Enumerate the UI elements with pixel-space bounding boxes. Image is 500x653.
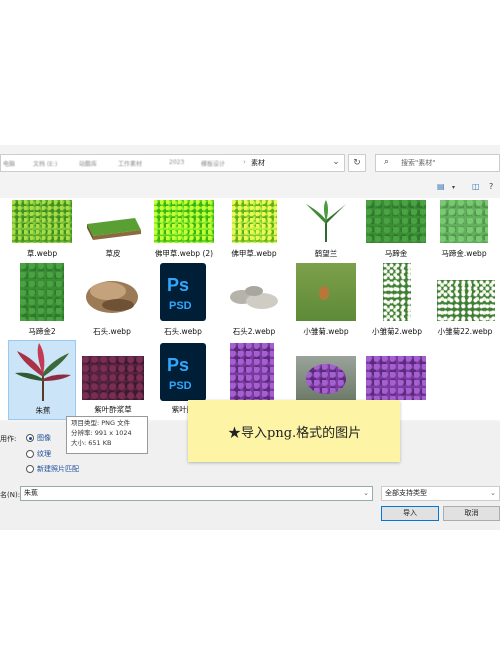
- file-tooltip: 项目类型: PNG 文件 分辨率: 991 x 1024 大小: 651 KB: [66, 416, 148, 454]
- thumbnail: [383, 263, 411, 321]
- chevron-down-icon[interactable]: ▾: [452, 184, 455, 191]
- thumbnail: [87, 218, 141, 240]
- file-name: 马蹄金.webp: [441, 249, 487, 258]
- file-name: 草皮: [105, 249, 121, 258]
- filename-label: 名(N):: [0, 491, 21, 499]
- search-box[interactable]: ⌕ 搜索"素材": [375, 154, 500, 172]
- filename-value: 朱蕉: [24, 489, 38, 497]
- file-name: 石头2.webp: [232, 327, 276, 336]
- file-name: 佛甲草.webp: [231, 249, 277, 258]
- chevron-down-icon[interactable]: ⌄: [327, 154, 345, 172]
- breadcrumb-current[interactable]: 素材: [251, 158, 265, 168]
- tooltip-resolution: 分辨率: 991 x 1024: [71, 429, 132, 437]
- search-placeholder: 搜索"素材": [401, 159, 436, 167]
- radio-label: 新建照片匹配: [37, 465, 79, 473]
- chevron-down-icon[interactable]: ⌄: [363, 487, 369, 500]
- thumbnail: [12, 200, 72, 243]
- sticky-note-text: ★导入png.格式的图片: [228, 422, 361, 441]
- svg-text:PSD: PSD: [169, 300, 192, 312]
- view-options-icon[interactable]: ▤: [437, 182, 445, 191]
- thumbnail: [296, 356, 356, 400]
- photoshop-file-icon: Ps PSD: [160, 263, 206, 321]
- file-name: 小雏菊2.webp: [372, 327, 422, 336]
- chevron-down-icon: ⌄: [490, 489, 496, 497]
- svg-text:Ps: Ps: [167, 355, 189, 375]
- search-icon: ⌕: [384, 157, 390, 167]
- file-name: 佛甲草.webp (2): [154, 249, 214, 258]
- address-bar[interactable]: 电脑 文档 (E:) 站酷库 工作素材 2023 模板设计 › 素材: [0, 154, 345, 172]
- file-name: 马蹄金: [384, 249, 408, 258]
- import-button[interactable]: 导入: [381, 506, 439, 521]
- thumbnail: [366, 356, 426, 400]
- thumbnail: [366, 200, 426, 243]
- filetype-value: 全部支持类型: [385, 489, 427, 497]
- thumbnail: [86, 281, 138, 313]
- file-name: 紫叶酢浆草: [94, 405, 132, 414]
- filetype-select[interactable]: 全部支持类型 ⌄: [381, 486, 500, 501]
- help-icon[interactable]: ?: [489, 182, 493, 191]
- file-name: 石头.webp: [93, 327, 131, 336]
- breadcrumb-item[interactable]: 文档 (E:): [33, 159, 57, 168]
- file-name: 朱蕉: [35, 406, 51, 415]
- star-icon: ★: [228, 426, 242, 441]
- options-label: 用作:: [0, 435, 17, 443]
- breadcrumb-item[interactable]: 工作素材: [118, 159, 142, 168]
- refresh-icon[interactable]: ↻: [348, 154, 366, 172]
- breadcrumb-item[interactable]: 站酷库: [79, 159, 97, 168]
- thumbnail: [230, 343, 274, 401]
- thumbnail: [15, 343, 71, 401]
- radio-image[interactable]: 图像: [26, 433, 51, 443]
- breadcrumb-item[interactable]: 模板设计: [201, 159, 225, 168]
- thumbnail: [230, 286, 278, 309]
- thumbnail: [306, 200, 346, 242]
- thumbnail: [154, 200, 214, 243]
- photoshop-file-icon: Ps PSD: [160, 343, 206, 401]
- svg-text:Ps: Ps: [167, 275, 189, 295]
- thumbnail: [437, 280, 495, 321]
- radio-label: 纹理: [37, 450, 51, 458]
- filename-input[interactable]: 朱蕉 ⌄: [20, 486, 373, 501]
- file-item-selected[interactable]: 朱蕉: [8, 340, 76, 420]
- file-name: 石头.webp: [164, 327, 202, 336]
- sticky-note: ★导入png.格式的图片: [188, 400, 400, 462]
- tooltip-type: 项目类型: PNG 文件: [71, 419, 131, 427]
- thumbnail: [82, 356, 144, 400]
- cancel-button[interactable]: 取消: [443, 506, 500, 521]
- chevron-right-icon: ›: [243, 158, 246, 166]
- breadcrumb-item[interactable]: 电脑: [3, 159, 15, 168]
- file-name: 草.webp: [26, 249, 58, 258]
- sticky-note-caption: 导入png.格式的图片: [241, 426, 362, 441]
- thumbnail: [296, 263, 356, 321]
- radio-texture[interactable]: 纹理: [26, 449, 51, 459]
- radio-label: 图像: [37, 434, 51, 442]
- breadcrumb-item[interactable]: 2023: [169, 159, 184, 166]
- file-name: 鹤望兰: [314, 249, 338, 258]
- thumbnail: [20, 263, 64, 321]
- preview-pane-icon[interactable]: ◫: [472, 182, 480, 191]
- radio-button[interactable]: [26, 434, 34, 442]
- radio-button[interactable]: [26, 465, 34, 473]
- file-name: 马蹄金2: [28, 327, 56, 336]
- file-name: 小雏菊22.webp: [437, 327, 493, 336]
- thumbnail: [232, 200, 277, 243]
- tooltip-size: 大小: 651 KB: [71, 439, 112, 447]
- svg-text:PSD: PSD: [169, 380, 192, 392]
- file-name: 小雏菊.webp: [303, 327, 349, 336]
- thumbnail: [440, 200, 488, 243]
- radio-new-photo-match[interactable]: 新建照片匹配: [26, 464, 79, 474]
- radio-button[interactable]: [26, 450, 34, 458]
